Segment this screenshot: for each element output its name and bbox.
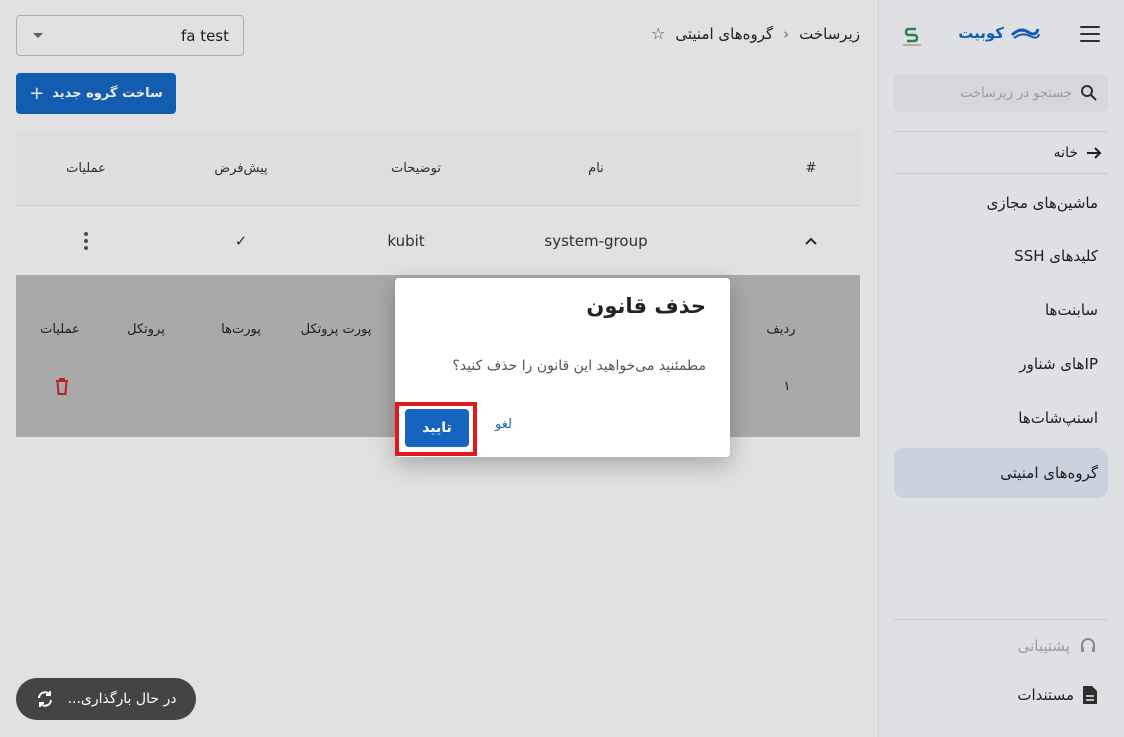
loading-indicator: در حال بارگذاری... — [16, 678, 196, 720]
confirm-button[interactable]: تایید — [405, 409, 469, 447]
cancel-button[interactable]: لغو — [495, 417, 512, 432]
dialog-title: حذف قانون — [586, 294, 706, 318]
refresh-icon — [37, 691, 52, 707]
dialog-message: مطمئنید می‌خواهید این قانون را حذف کنید؟ — [452, 358, 706, 374]
delete-rule-dialog: حذف قانون مطمئنید می‌خواهید این قانون را… — [395, 278, 730, 457]
loading-label: در حال بارگذاری... — [67, 691, 177, 707]
